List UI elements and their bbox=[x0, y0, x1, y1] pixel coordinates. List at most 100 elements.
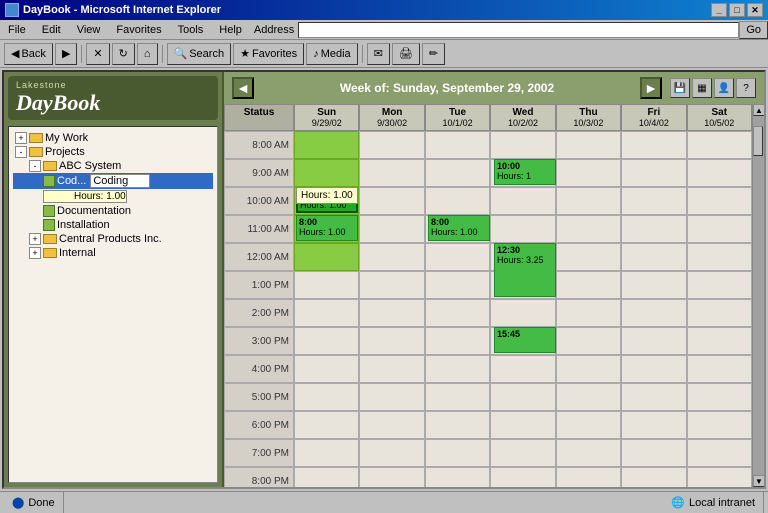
cal-cell-11-4[interactable] bbox=[556, 439, 621, 467]
cal-cell-9-5[interactable] bbox=[621, 383, 686, 411]
tree-item-coding[interactable]: Cod... bbox=[13, 173, 213, 189]
cal-cell-12-1[interactable] bbox=[359, 467, 424, 487]
menu-edit[interactable]: Edit bbox=[34, 22, 69, 38]
expand-abc[interactable]: - bbox=[29, 160, 41, 172]
cal-cell-3-5[interactable] bbox=[621, 215, 686, 243]
tree-item-documentation[interactable]: Documentation bbox=[13, 204, 213, 218]
menu-file[interactable]: File bbox=[0, 22, 34, 38]
cal-cell-6-3[interactable] bbox=[490, 299, 555, 327]
cal-cell-7-0[interactable] bbox=[294, 327, 359, 355]
edit-button[interactable]: ✏ bbox=[422, 43, 445, 65]
scroll-down-button[interactable]: ▼ bbox=[753, 475, 764, 487]
cal-cell-11-1[interactable] bbox=[359, 439, 424, 467]
cal-cell-0-4[interactable] bbox=[556, 131, 621, 159]
tree-item-central-products[interactable]: + Central Products Inc. bbox=[13, 232, 213, 246]
cal-cell-11-2[interactable] bbox=[425, 439, 490, 467]
cal-cell-4-0[interactable] bbox=[294, 243, 359, 271]
cal-cell-0-2[interactable] bbox=[425, 131, 490, 159]
menu-favorites[interactable]: Favorites bbox=[108, 22, 169, 38]
tree-container[interactable]: + My Work - Projects - ABC System Cod... bbox=[8, 126, 218, 483]
cal-cell-3-3[interactable] bbox=[490, 215, 555, 243]
cal-cell-7-2[interactable] bbox=[425, 327, 490, 355]
tree-item-my-work[interactable]: + My Work bbox=[13, 131, 213, 145]
cal-cell-1-5[interactable] bbox=[621, 159, 686, 187]
scroll-up-button[interactable]: ▲ bbox=[753, 104, 764, 116]
cal-cell-5-1[interactable] bbox=[359, 271, 424, 299]
calendar-scroll-area[interactable]: Status Sun 9/29/02 Mon 9/30/02 Tue 10/ bbox=[224, 104, 752, 487]
cal-cell-4-6[interactable] bbox=[687, 243, 752, 271]
cal-cell-8-5[interactable] bbox=[621, 355, 686, 383]
cal-cell-6-4[interactable] bbox=[556, 299, 621, 327]
cal-cell-6-0[interactable] bbox=[294, 299, 359, 327]
cal-cell-2-6[interactable] bbox=[687, 187, 752, 215]
cal-cell-2-5[interactable] bbox=[621, 187, 686, 215]
cal-cell-0-6[interactable] bbox=[687, 131, 752, 159]
stop-button[interactable]: ✕ bbox=[86, 43, 109, 65]
next-week-button[interactable]: ► bbox=[640, 77, 662, 99]
cal-cell-9-0[interactable] bbox=[294, 383, 359, 411]
cal-cell-6-2[interactable] bbox=[425, 299, 490, 327]
cal-cell-6-6[interactable] bbox=[687, 299, 752, 327]
maximize-button[interactable]: □ bbox=[729, 3, 745, 17]
scroll-thumb[interactable] bbox=[753, 126, 763, 156]
address-input[interactable] bbox=[298, 22, 739, 38]
event-1-3[interactable]: 8:00Hours: 1.00 bbox=[296, 215, 358, 241]
cal-cell-1-6[interactable] bbox=[687, 159, 752, 187]
cal-cell-5-6[interactable] bbox=[687, 271, 752, 299]
cal-cell-5-0[interactable] bbox=[294, 271, 359, 299]
save-cal-button[interactable]: 💾 bbox=[670, 78, 690, 98]
cal-cell-11-3[interactable] bbox=[490, 439, 555, 467]
cal-cell-1-4[interactable] bbox=[556, 159, 621, 187]
menu-tools[interactable]: Tools bbox=[170, 22, 212, 38]
expand-internal[interactable]: + bbox=[29, 247, 41, 259]
event-1-2[interactable]: 8:00Hours: 1.00 bbox=[296, 187, 358, 213]
tree-item-projects[interactable]: - Projects bbox=[13, 145, 213, 159]
cal-cell-10-3[interactable] bbox=[490, 411, 555, 439]
expand-projects[interactable]: - bbox=[15, 146, 27, 158]
cal-cell-6-1[interactable] bbox=[359, 299, 424, 327]
cal-cell-1-0[interactable] bbox=[294, 159, 359, 187]
coding-edit-input[interactable] bbox=[90, 174, 150, 188]
event-3-3[interactable]: 8:00Hours: 1.00 bbox=[428, 215, 490, 241]
event-4-1[interactable]: 10:00Hours: 1 bbox=[494, 159, 556, 185]
cal-cell-12-3[interactable] bbox=[490, 467, 555, 487]
cal-cell-4-4[interactable] bbox=[556, 243, 621, 271]
close-button[interactable]: ✕ bbox=[747, 3, 763, 17]
home-button[interactable]: ⌂ bbox=[137, 43, 158, 65]
cal-cell-2-3[interactable] bbox=[490, 187, 555, 215]
cal-cell-12-5[interactable] bbox=[621, 467, 686, 487]
cal-cell-1-1[interactable] bbox=[359, 159, 424, 187]
cal-cell-0-1[interactable] bbox=[359, 131, 424, 159]
cal-cell-4-1[interactable] bbox=[359, 243, 424, 271]
cal-cell-4-5[interactable] bbox=[621, 243, 686, 271]
cal-cell-11-5[interactable] bbox=[621, 439, 686, 467]
cal-cell-10-0[interactable] bbox=[294, 411, 359, 439]
mail-button[interactable]: ✉ bbox=[367, 43, 390, 65]
refresh-button[interactable]: ↻ bbox=[112, 43, 135, 65]
cal-cell-9-6[interactable] bbox=[687, 383, 752, 411]
tree-item-internal[interactable]: + Internal bbox=[13, 246, 213, 260]
cal-cell-8-0[interactable] bbox=[294, 355, 359, 383]
cal-cell-1-2[interactable] bbox=[425, 159, 490, 187]
cal-cell-9-1[interactable] bbox=[359, 383, 424, 411]
cal-cell-5-5[interactable] bbox=[621, 271, 686, 299]
cal-cell-11-6[interactable] bbox=[687, 439, 752, 467]
cal-cell-0-0[interactable] bbox=[294, 131, 359, 159]
cal-cell-10-4[interactable] bbox=[556, 411, 621, 439]
media-button[interactable]: ♪ Media bbox=[306, 43, 357, 65]
cal-cell-4-2[interactable] bbox=[425, 243, 490, 271]
cal-cell-9-3[interactable] bbox=[490, 383, 555, 411]
cal-cell-2-4[interactable] bbox=[556, 187, 621, 215]
cal-cell-8-1[interactable] bbox=[359, 355, 424, 383]
menu-help[interactable]: Help bbox=[211, 22, 250, 38]
cal-cell-11-0[interactable] bbox=[294, 439, 359, 467]
cal-cell-7-4[interactable] bbox=[556, 327, 621, 355]
cal-cell-7-1[interactable] bbox=[359, 327, 424, 355]
prev-week-button[interactable]: ◄ bbox=[232, 77, 254, 99]
tree-item-abc-system[interactable]: - ABC System bbox=[13, 159, 213, 173]
cal-cell-2-1[interactable] bbox=[359, 187, 424, 215]
tree-item-installation[interactable]: Installation bbox=[13, 218, 213, 232]
cal-cell-8-6[interactable] bbox=[687, 355, 752, 383]
menu-view[interactable]: View bbox=[69, 22, 109, 38]
cal-cell-12-0[interactable] bbox=[294, 467, 359, 487]
